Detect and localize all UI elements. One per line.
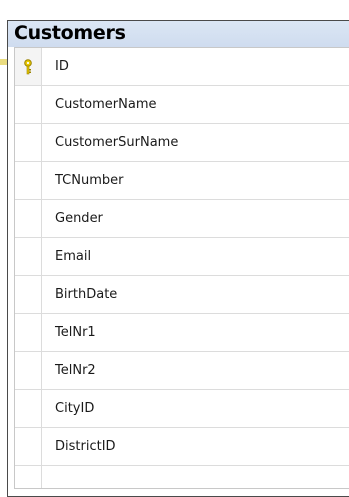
column-row-telnr1[interactable]: TelNr1 bbox=[15, 314, 349, 352]
row-selector[interactable] bbox=[15, 314, 42, 351]
column-grid: ID CustomerName CustomerSurName TCNumber… bbox=[14, 47, 349, 489]
column-row-telnr2[interactable]: TelNr2 bbox=[15, 352, 349, 390]
column-name: Gender bbox=[55, 211, 103, 226]
column-row-cityid[interactable]: CityID bbox=[15, 390, 349, 428]
row-selector[interactable] bbox=[15, 48, 42, 85]
column-name: BirthDate bbox=[55, 287, 118, 302]
column-name: Email bbox=[55, 249, 92, 264]
column-name: TelNr2 bbox=[55, 363, 96, 378]
new-column-row[interactable] bbox=[15, 466, 349, 488]
column-name: TCNumber bbox=[55, 173, 124, 188]
row-selector[interactable] bbox=[15, 276, 42, 313]
column-name: CityID bbox=[55, 401, 95, 416]
row-selector[interactable] bbox=[15, 86, 42, 123]
column-row-birthdate[interactable]: BirthDate bbox=[15, 276, 349, 314]
key-icon bbox=[24, 59, 32, 75]
column-name: CustomerName bbox=[55, 97, 157, 112]
row-selector[interactable] bbox=[15, 162, 42, 199]
column-row-tcnumber[interactable]: TCNumber bbox=[15, 162, 349, 200]
column-name: DistrictID bbox=[55, 439, 116, 454]
row-selector[interactable] bbox=[15, 390, 42, 427]
column-name: ID bbox=[55, 59, 69, 74]
row-selector[interactable] bbox=[15, 352, 42, 389]
column-name: TelNr1 bbox=[55, 325, 96, 340]
column-row-email[interactable]: Email bbox=[15, 238, 349, 276]
row-selector[interactable] bbox=[15, 124, 42, 161]
row-selector[interactable] bbox=[15, 428, 42, 465]
row-selector[interactable] bbox=[15, 200, 42, 237]
column-row-customername[interactable]: CustomerName bbox=[15, 86, 349, 124]
table-title: Customers bbox=[14, 22, 126, 44]
row-selector[interactable] bbox=[15, 238, 42, 275]
column-row-gender[interactable]: Gender bbox=[15, 200, 349, 238]
table-title-bar[interactable]: Customers bbox=[8, 21, 349, 47]
row-selector[interactable] bbox=[15, 466, 42, 488]
column-row-customersurname[interactable]: CustomerSurName bbox=[15, 124, 349, 162]
column-row-districtid[interactable]: DistrictID bbox=[15, 428, 349, 466]
column-name: CustomerSurName bbox=[55, 135, 179, 150]
customers-table-designer[interactable]: Customers ID CustomerName CustomerSurNam… bbox=[7, 20, 349, 497]
column-row-id[interactable]: ID bbox=[15, 48, 349, 86]
